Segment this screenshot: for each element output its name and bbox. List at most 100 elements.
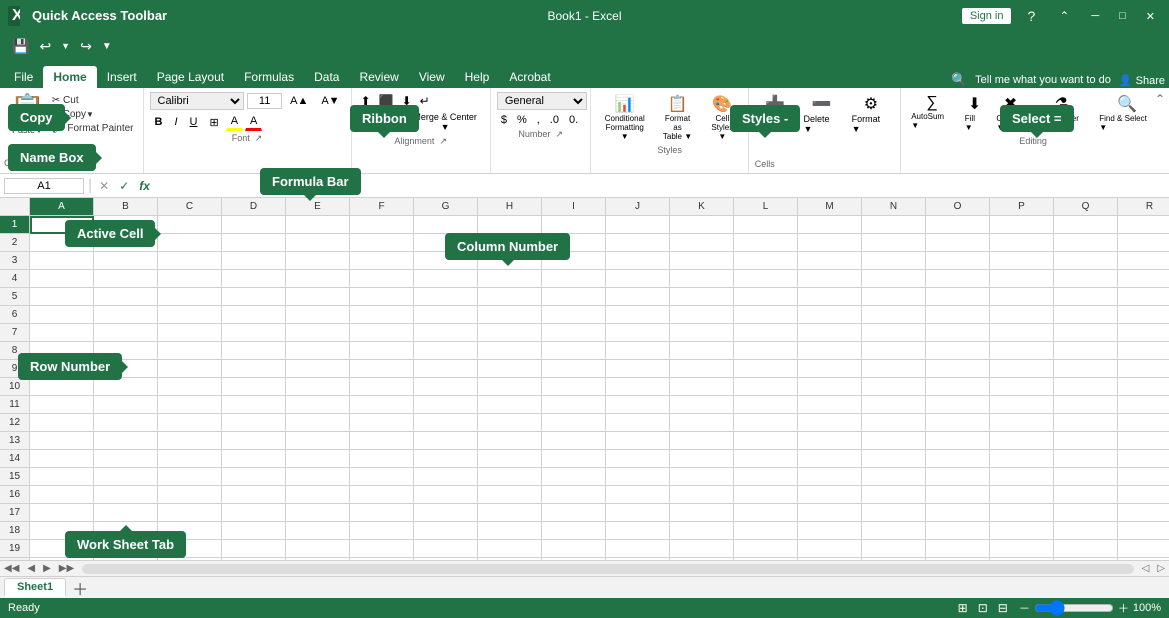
cell-R8[interactable] xyxy=(1118,342,1169,360)
row-header-11[interactable]: 11 xyxy=(0,396,30,414)
cell-F19[interactable] xyxy=(350,540,414,558)
autosum-button[interactable]: ∑ AutoSum ▼ xyxy=(907,92,957,134)
cell-J2[interactable] xyxy=(606,234,670,252)
row-header-4[interactable]: 4 xyxy=(0,270,30,288)
cell-O19[interactable] xyxy=(926,540,990,558)
cell-G14[interactable] xyxy=(414,450,478,468)
cell-N1[interactable] xyxy=(862,216,926,234)
ribbon-collapse-icon[interactable]: ⌃ xyxy=(1051,5,1077,27)
cell-C19[interactable] xyxy=(158,540,222,558)
cell-L2[interactable] xyxy=(734,234,798,252)
cell-R1[interactable] xyxy=(1118,216,1169,234)
row-header-8[interactable]: 8 xyxy=(0,342,30,360)
cell-A14[interactable] xyxy=(30,450,94,468)
cell-P3[interactable] xyxy=(990,252,1054,270)
cell-I11[interactable] xyxy=(542,396,606,414)
cell-R2[interactable] xyxy=(1118,234,1169,252)
underline-button[interactable]: U xyxy=(185,114,203,130)
cell-L17[interactable] xyxy=(734,504,798,522)
cell-C8[interactable] xyxy=(158,342,222,360)
cell-L3[interactable] xyxy=(734,252,798,270)
cell-K6[interactable] xyxy=(670,306,734,324)
decrease-decimal-button[interactable]: 0. xyxy=(565,113,582,127)
cell-E12[interactable] xyxy=(286,414,350,432)
cell-G5[interactable] xyxy=(414,288,478,306)
cell-K13[interactable] xyxy=(670,432,734,450)
cell-D3[interactable] xyxy=(222,252,286,270)
cell-P2[interactable] xyxy=(990,234,1054,252)
format-painter-button[interactable]: 🖌 Format Painter xyxy=(49,122,137,135)
cell-D7[interactable] xyxy=(222,324,286,342)
cell-K1[interactable] xyxy=(670,216,734,234)
row-header-19[interactable]: 19 xyxy=(0,540,30,558)
cell-B15[interactable] xyxy=(94,468,158,486)
cell-G17[interactable] xyxy=(414,504,478,522)
tab-help[interactable]: Help xyxy=(455,66,500,88)
cell-G11[interactable] xyxy=(414,396,478,414)
cell-C18[interactable] xyxy=(158,522,222,540)
cell-P6[interactable] xyxy=(990,306,1054,324)
clear-button[interactable]: ✖ Clear ▼ xyxy=(992,92,1028,134)
undo-button[interactable]: ↩ xyxy=(35,36,55,57)
find-select-button[interactable]: 🔍 Find & Select ▼ xyxy=(1095,92,1159,134)
cell-N13[interactable] xyxy=(862,432,926,450)
cell-F11[interactable] xyxy=(350,396,414,414)
minimize-button[interactable]: ─ xyxy=(1085,8,1105,24)
cell-O20[interactable] xyxy=(926,558,990,560)
cell-A8[interactable] xyxy=(30,342,94,360)
cell-G9[interactable] xyxy=(414,360,478,378)
cell-F18[interactable] xyxy=(350,522,414,540)
cell-I7[interactable] xyxy=(542,324,606,342)
cell-R13[interactable] xyxy=(1118,432,1169,450)
cell-A17[interactable] xyxy=(30,504,94,522)
cell-E15[interactable] xyxy=(286,468,350,486)
row-header-5[interactable]: 5 xyxy=(0,288,30,306)
undo-dropdown[interactable]: ▼ xyxy=(57,39,74,53)
row-header-7[interactable]: 7 xyxy=(0,324,30,342)
cell-I12[interactable] xyxy=(542,414,606,432)
customize-qa-button[interactable]: ▼ xyxy=(98,39,116,54)
col-header-M[interactable]: M xyxy=(798,198,862,215)
cell-I14[interactable] xyxy=(542,450,606,468)
cell-R4[interactable] xyxy=(1118,270,1169,288)
cell-K7[interactable] xyxy=(670,324,734,342)
cell-E14[interactable] xyxy=(286,450,350,468)
col-header-E[interactable]: E xyxy=(286,198,350,215)
cell-R14[interactable] xyxy=(1118,450,1169,468)
cell-H17[interactable] xyxy=(478,504,542,522)
scroll-left-nav[interactable]: ◀◀ xyxy=(0,563,23,574)
cell-M7[interactable] xyxy=(798,324,862,342)
cell-Q6[interactable] xyxy=(1054,306,1118,324)
cell-A19[interactable] xyxy=(30,540,94,558)
cell-P8[interactable] xyxy=(990,342,1054,360)
redo-button[interactable]: ↪ xyxy=(76,36,96,57)
cell-I16[interactable] xyxy=(542,486,606,504)
cell-B11[interactable] xyxy=(94,396,158,414)
cell-K15[interactable] xyxy=(670,468,734,486)
cell-E18[interactable] xyxy=(286,522,350,540)
cell-R6[interactable] xyxy=(1118,306,1169,324)
cell-K2[interactable] xyxy=(670,234,734,252)
cell-H12[interactable] xyxy=(478,414,542,432)
cell-R5[interactable] xyxy=(1118,288,1169,306)
cell-J19[interactable] xyxy=(606,540,670,558)
cell-B6[interactable] xyxy=(94,306,158,324)
scroll-right-nav[interactable]: ▶▶ xyxy=(55,563,78,574)
insert-function-button[interactable]: fx xyxy=(136,179,153,193)
cell-Q9[interactable] xyxy=(1054,360,1118,378)
cell-M15[interactable] xyxy=(798,468,862,486)
cancel-formula-button[interactable]: ✕ xyxy=(96,179,112,193)
cell-L5[interactable] xyxy=(734,288,798,306)
cell-D9[interactable] xyxy=(222,360,286,378)
cell-J7[interactable] xyxy=(606,324,670,342)
search-icon[interactable]: 🔍 xyxy=(951,72,967,88)
cell-P1[interactable] xyxy=(990,216,1054,234)
sign-in-button[interactable]: Sign in xyxy=(962,8,1012,24)
share-button[interactable]: 👤 Share xyxy=(1119,74,1165,87)
cell-A15[interactable] xyxy=(30,468,94,486)
cell-Q10[interactable] xyxy=(1054,378,1118,396)
tab-review[interactable]: Review xyxy=(349,66,408,88)
cell-J5[interactable] xyxy=(606,288,670,306)
cell-O5[interactable] xyxy=(926,288,990,306)
cell-N5[interactable] xyxy=(862,288,926,306)
